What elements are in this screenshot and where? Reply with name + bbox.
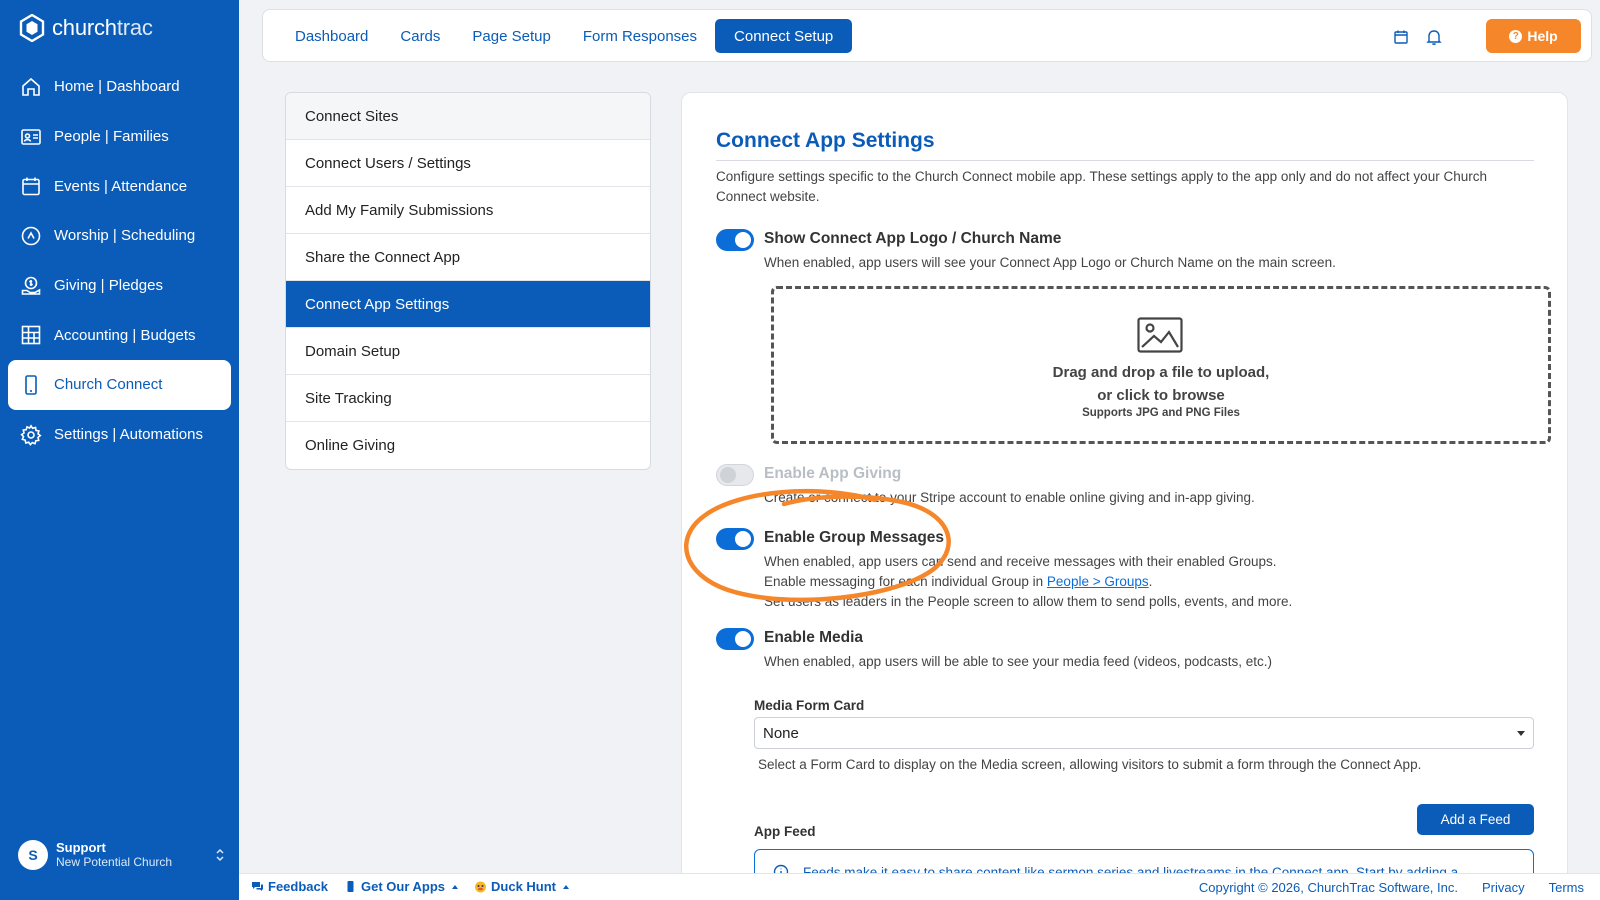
sidebar-item-label: Home | Dashboard [54,78,180,96]
caret-up-icon [563,884,570,889]
dropzone-line1: Drag and drop a file to upload, [1052,364,1270,381]
help-button[interactable]: ? Help [1486,19,1581,53]
caret-down-icon [1517,731,1525,736]
sidebar-nav: Home | Dashboard People | Families Event… [0,62,239,460]
grid-icon [21,325,41,345]
people-groups-link[interactable]: People > Groups [1047,574,1149,589]
setting-description: Create or connect to your Stripe account… [764,490,1255,505]
user-org: New Potential Church [56,855,173,869]
add-feed-button[interactable]: Add a Feed [1417,804,1534,835]
user-menu[interactable]: S Support New Potential Church [18,840,226,870]
media-form-select[interactable]: None [754,717,1534,749]
setting-description: When enabled, app users will see your Co… [764,255,1336,270]
page-title: Connect App Settings [716,129,935,152]
gear-icon [20,423,42,446]
media-toggle[interactable] [716,628,754,650]
menu-item-family-submissions[interactable]: Add My Family Submissions [286,187,650,234]
feedback-link[interactable]: Feedback [251,879,328,894]
sidebar-item-label: Church Connect [54,376,163,394]
sidebar-item-worship[interactable]: Worship | Scheduling [0,211,239,261]
sidebar-item-label: People | Families [54,128,169,146]
phone-icon [347,881,354,892]
dropzone-line2: or click to browse [1097,387,1225,404]
sidebar-item-people[interactable]: People | Families [0,112,239,162]
divider [716,160,1534,161]
media-form-help: Select a Form Card to display on the Med… [758,757,1422,772]
churchtrac-logo-icon [19,14,45,42]
terms-link[interactable]: Terms [1549,880,1584,895]
tab-page-setup[interactable]: Page Setup [458,19,564,53]
sidebar-item-accounting[interactable]: Accounting | Budgets [0,310,239,360]
sidebar-item-label: Accounting | Budgets [54,326,196,344]
sidebar-item-events[interactable]: Events | Attendance [0,161,239,211]
setting-description: Enable messaging for each individual Gro… [764,574,1153,589]
menu-item-connect-users[interactable]: Connect Users / Settings [286,140,650,187]
duck-icon [475,881,487,893]
menu-item-app-settings[interactable]: Connect App Settings [286,281,650,328]
chat-icon [252,882,263,891]
calendar-icon[interactable] [1391,27,1411,47]
id-card-icon [21,128,41,145]
show-logo-toggle[interactable] [716,229,754,251]
top-tabs: Dashboard Cards Page Setup Form Response… [281,19,853,53]
dropzone-hint: Supports JPG and PNG Files [1082,407,1240,419]
setting-description: Set users as leaders in the People scree… [764,594,1293,609]
calendar-icon [22,177,40,196]
tab-form-responses[interactable]: Form Responses [569,19,711,53]
sidebar-item-settings[interactable]: Settings | Automations [0,410,239,460]
group-messages-toggle[interactable] [716,528,754,550]
media-form-label: Media Form Card [754,698,865,713]
menu-item-share-app[interactable]: Share the Connect App [286,234,650,281]
sidebar-item-label: Worship | Scheduling [54,227,196,245]
setting-description: When enabled, app users can send and rec… [764,554,1277,569]
logo-dropzone[interactable]: Drag and drop a file to upload, or click… [771,286,1551,444]
chevron-up-down-icon[interactable] [214,846,226,864]
privacy-link[interactable]: Privacy [1482,880,1525,895]
menu-item-domain-setup[interactable]: Domain Setup [286,328,650,375]
menu-item-connect-sites[interactable]: Connect Sites [286,93,650,140]
sidebar-item-label: Events | Attendance [54,177,188,195]
giving-icon [21,276,41,295]
footer: Feedback Get Our Apps Duck Hunt Copyrigh… [239,873,1600,900]
menu-item-online-giving[interactable]: Online Giving [286,422,650,469]
tab-dashboard[interactable]: Dashboard [281,19,382,53]
sidebar-item-label: Giving | Pledges [54,277,163,295]
bell-icon[interactable] [1424,27,1444,47]
avatar: S [18,840,48,870]
brand-name: churchtrac [52,15,153,40]
setting-label: Enable Group Messages [764,529,945,546]
brand[interactable]: churchtrac [18,14,153,42]
phone-icon [25,375,37,395]
duck-hunt-link[interactable]: Duck Hunt [474,879,570,894]
setting-label: Enable App Giving [764,465,902,482]
top-nav-bar: Dashboard Cards Page Setup Form Response… [262,9,1592,62]
tab-connect-setup[interactable]: Connect Setup [715,19,853,53]
sidebar: churchtrac Home | Dashboard People | Fam… [0,0,239,900]
app-feed-label: App Feed [754,824,816,839]
sidebar-item-home[interactable]: Home | Dashboard [0,62,239,112]
music-icon [21,226,41,246]
connect-setup-menu: Connect Sites Connect Users / Settings A… [285,92,651,470]
tab-cards[interactable]: Cards [386,19,454,53]
settings-panel: Connect App Settings Configure settings … [681,92,1568,900]
page-description: Configure settings specific to the Churc… [716,169,1487,204]
user-name: Support [56,840,106,855]
setting-description: When enabled, app users will be able to … [764,654,1273,669]
question-icon: ? [1509,29,1523,43]
image-icon [1137,317,1183,353]
setting-label: Show Connect App Logo / Church Name [764,230,1062,247]
home-icon [22,77,40,96]
sidebar-item-giving[interactable]: Giving | Pledges [0,261,239,311]
caret-up-icon [452,884,459,889]
setting-label: Enable Media [764,629,864,646]
menu-item-site-tracking[interactable]: Site Tracking [286,375,650,422]
copyright-text: Copyright © 2026, ChurchTrac Software, I… [1198,880,1458,895]
sidebar-item-label: Settings | Automations [54,426,203,444]
app-giving-toggle[interactable] [716,464,754,486]
get-apps-link[interactable]: Get Our Apps [344,879,459,894]
sidebar-item-church-connect[interactable]: Church Connect [8,360,231,410]
